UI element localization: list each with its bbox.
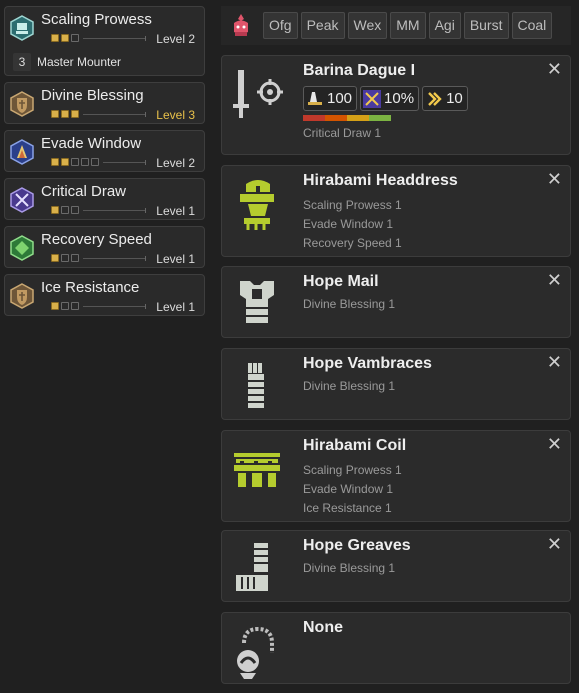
element-stat: 10 [422, 86, 468, 111]
head-skill-list: Scaling Prowess 1 Evade Window 1 Recover… [303, 196, 402, 253]
armor-skill: Recovery Speed 1 [303, 236, 402, 250]
waist-skill-list: Scaling Prowess 1 Evade Window 1 Ice Res… [303, 461, 402, 518]
arm-armor-name: Hope Vambraces [303, 355, 432, 372]
armor-skill: Evade Window 1 [303, 217, 394, 231]
leg-armor-card[interactable]: Hope Greaves Divine Blessing 1 ✕ [221, 530, 571, 602]
skill-entry-recovery-speed[interactable]: Recovery Speed Level 1 [4, 226, 205, 268]
charm-name: None [303, 619, 343, 636]
affinity-icon [363, 89, 382, 108]
element-value: 10 [446, 90, 463, 107]
armor-skill: Evade Window 1 [303, 482, 394, 496]
affinity-value: 10% [384, 90, 415, 107]
remove-chest-close-icon[interactable]: ✕ [547, 271, 562, 289]
set-bonus: 3 Master Mounter [13, 53, 121, 71]
chest-armor-icon [240, 281, 274, 323]
filter-chip-wex[interactable]: Wex [347, 12, 388, 39]
arm-skill-list: Divine Blessing 1 [303, 377, 395, 396]
remove-head-close-icon[interactable]: ✕ [547, 170, 562, 188]
armor-skill: Ice Resistance 1 [303, 501, 392, 515]
attack-icon [308, 91, 322, 105]
filter-chip-coal[interactable]: Coal [511, 12, 553, 39]
weapon-skill-list: Critical Draw 1 [303, 124, 381, 143]
skill-entry-scaling-prowess[interactable]: Scaling Prowess Level 2 3 Master Mounter [4, 6, 205, 76]
skill-level: Level 3 [156, 108, 195, 122]
skill-name: Recovery Speed [41, 231, 152, 248]
thunder-element-icon [428, 91, 442, 106]
helmet-icon [240, 180, 274, 230]
recovery-speed-icon [10, 235, 34, 261]
charm-icon [237, 626, 274, 679]
skill-level: Level 1 [156, 300, 195, 314]
skill-level-pips [51, 158, 146, 166]
armor-skill: Scaling Prowess 1 [303, 198, 402, 212]
skill-level-pips [51, 302, 146, 310]
monster-filter-icon[interactable] [225, 10, 257, 42]
filter-bar: Ofg Peak Wex MM Agi Burst Coal [221, 6, 571, 45]
armor-skill: Scaling Prowess 1 [303, 463, 402, 477]
leg-armor-icon [236, 543, 268, 591]
skill-entry-critical-draw[interactable]: Critical Draw Level 1 [4, 178, 205, 220]
skill-name: Critical Draw [41, 183, 127, 200]
armor-skill: Divine Blessing 1 [303, 297, 396, 311]
affinity-stat: 10% [360, 86, 420, 111]
waist-armor-card[interactable]: Hirabami Coil Scaling Prowess 1 Evade Wi… [221, 430, 571, 522]
skill-level: Level 2 [156, 156, 195, 170]
sharpness-bar [303, 115, 391, 121]
skill-name: Scaling Prowess [41, 11, 152, 28]
ice-resistance-icon [10, 283, 34, 309]
skill-level: Level 2 [156, 32, 195, 46]
skill-entry-evade-window[interactable]: Evade Window Level 2 [4, 130, 205, 172]
skill-level: Level 1 [156, 204, 195, 218]
skill-level-pips [51, 110, 146, 118]
leg-skill-list: Divine Blessing 1 [303, 559, 395, 578]
weapon-name: Barina Dague I [303, 62, 416, 79]
skill-level-pips [51, 206, 146, 214]
charm-card[interactable]: None [221, 612, 571, 684]
skill-summary-list: Scaling Prowess Level 2 3 Master Mounter… [4, 6, 205, 322]
divine-blessing-icon [10, 91, 34, 117]
arm-armor-icon [248, 363, 264, 408]
remove-waist-close-icon[interactable]: ✕ [547, 435, 562, 453]
skill-level-pips [51, 254, 146, 262]
armor-skill: Divine Blessing 1 [303, 379, 396, 393]
filter-chip-agi[interactable]: Agi [428, 12, 461, 39]
skill-name: Evade Window [41, 135, 142, 152]
arm-armor-card[interactable]: Hope Vambraces Divine Blessing 1 ✕ [221, 348, 571, 420]
chest-armor-name: Hope Mail [303, 273, 379, 290]
remove-arms-close-icon[interactable]: ✕ [547, 353, 562, 371]
attack-stat: 100 [303, 86, 358, 111]
chest-armor-card[interactable]: Hope Mail Divine Blessing 1 ✕ [221, 266, 571, 338]
skill-name: Ice Resistance [41, 279, 140, 296]
head-armor-name: Hirabami Headdress [303, 172, 458, 189]
waist-armor-icon [234, 453, 280, 487]
set-bonus-name: Master Mounter [37, 55, 122, 69]
skill-level: Level 1 [156, 252, 195, 266]
scaling-prowess-icon [10, 15, 34, 41]
evade-window-icon [10, 139, 34, 165]
weapon-stats: 100 10% 10 [303, 86, 471, 111]
attack-value: 100 [327, 90, 353, 107]
great-sword-icon [233, 70, 283, 118]
chest-skill-list: Divine Blessing 1 [303, 295, 395, 314]
skill-entry-ice-resistance[interactable]: Ice Resistance Level 1 [4, 274, 205, 316]
skill-name: Divine Blessing [41, 87, 144, 104]
set-bonus-count: 3 [13, 53, 31, 71]
remove-legs-close-icon[interactable]: ✕ [547, 535, 562, 553]
filter-chip-ofg[interactable]: Ofg [263, 12, 298, 39]
filter-chip-peak[interactable]: Peak [300, 12, 345, 39]
remove-weapon-close-icon[interactable]: ✕ [547, 60, 562, 78]
weapon-card[interactable]: Barina Dague I 100 10% 10 Critical Draw … [221, 55, 571, 155]
waist-armor-name: Hirabami Coil [303, 437, 407, 454]
skill-level-pips [51, 34, 146, 42]
filter-chip-mm[interactable]: MM [390, 12, 426, 39]
armor-skill: Divine Blessing 1 [303, 561, 396, 575]
weapon-skill: Critical Draw 1 [303, 126, 382, 140]
critical-draw-icon [10, 187, 34, 213]
head-armor-card[interactable]: Hirabami Headdress Scaling Prowess 1 Eva… [221, 165, 571, 257]
leg-armor-name: Hope Greaves [303, 537, 411, 554]
skill-entry-divine-blessing[interactable]: Divine Blessing Level 3 [4, 82, 205, 124]
filter-chip-burst[interactable]: Burst [463, 12, 509, 39]
